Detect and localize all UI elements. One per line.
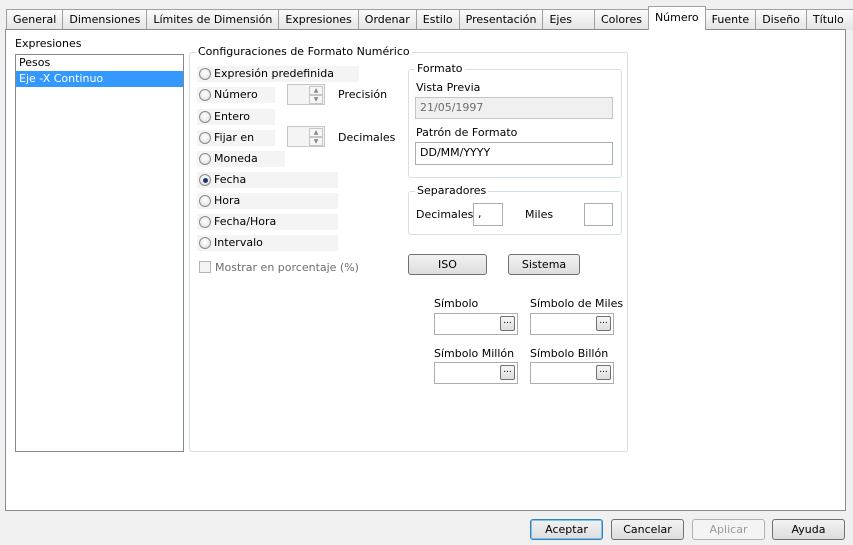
separator-decimals-label: Decimales [416, 208, 474, 221]
radio-integer[interactable]: Entero [197, 109, 275, 125]
radio-label: Número [214, 88, 258, 101]
radio-circle[interactable] [199, 89, 211, 101]
list-item[interactable]: Pesos [16, 55, 183, 71]
tab-limites-dimension[interactable]: Límites de Dimensión [146, 9, 280, 30]
separators-group-title: Separadores [415, 184, 489, 197]
show-percent-checkbox[interactable] [199, 261, 211, 273]
expressions-list[interactable]: Pesos Eje -X Continuo [15, 54, 184, 452]
show-percent-label: Mostrar en porcentaje (%) [215, 261, 359, 274]
tab-presentacion[interactable]: Presentación [458, 9, 544, 30]
help-button[interactable]: Ayuda [772, 519, 845, 540]
browse-button[interactable]: ... [500, 365, 515, 380]
million-symbol-label: Símbolo Millón [434, 347, 515, 360]
thousands-symbol-label: Símbolo de Miles [530, 297, 624, 310]
tab-fuente[interactable]: Fuente [704, 9, 757, 30]
tab-ordenar[interactable]: Ordenar [357, 9, 417, 30]
radio-label: Intervalo [214, 236, 263, 249]
radio-label: Moneda [214, 152, 258, 165]
radio-predefined[interactable]: Expresión predefinida [197, 66, 359, 82]
apply-button[interactable]: Aplicar [692, 519, 765, 540]
iso-button[interactable]: ISO [408, 254, 487, 275]
tab-estilo[interactable]: Estilo [415, 9, 460, 30]
spin-down-icon[interactable]: ▼ [309, 95, 323, 104]
decimals-stepper[interactable]: ▲ ▼ [287, 126, 325, 147]
pattern-label: Patrón de Formato [416, 126, 518, 139]
preview-label: Vista Previa [416, 81, 481, 94]
tab-numero[interactable]: Número [647, 6, 706, 30]
radio-circle[interactable] [199, 174, 211, 186]
decimals-label: Decimales [338, 131, 396, 144]
radio-number[interactable]: Número [197, 87, 275, 103]
cancel-button[interactable]: Cancelar [611, 519, 684, 540]
billion-symbol-field[interactable]: ... [530, 362, 614, 384]
tab-titulo[interactable]: Título [805, 9, 853, 30]
radio-label: Hora [214, 194, 241, 207]
radio-circle[interactable] [199, 111, 211, 123]
radio-label: Expresión predefinida [214, 67, 334, 80]
radio-circle[interactable] [199, 237, 211, 249]
system-button[interactable]: Sistema [508, 254, 580, 275]
tab-strip: General Dimensiones Límites de Dimensión… [6, 6, 853, 30]
radio-circle[interactable] [199, 68, 211, 80]
radio-fixed[interactable]: Fijar en [197, 130, 275, 146]
precision-stepper[interactable]: ▲ ▼ [287, 84, 325, 105]
separator-thousands-label: Miles [525, 208, 554, 221]
symbol-label: Símbolo [434, 297, 479, 310]
expressions-label: Expresiones [15, 37, 82, 50]
browse-button[interactable]: ... [500, 316, 515, 331]
preview-field: 21/05/1997 [415, 97, 613, 119]
thousands-separator-field[interactable] [584, 203, 613, 226]
tab-ejes[interactable]: Ejes [542, 9, 595, 30]
radio-circle[interactable] [199, 132, 211, 144]
tab-diseno[interactable]: Diseño [755, 9, 807, 30]
radio-datetime[interactable]: Fecha/Hora [197, 214, 338, 230]
radio-circle[interactable] [199, 195, 211, 207]
ok-button[interactable]: Aceptar [530, 519, 603, 540]
decimal-separator-field[interactable]: , [473, 203, 503, 226]
browse-button[interactable]: ... [596, 316, 611, 331]
thousands-symbol-field[interactable]: ... [530, 313, 614, 335]
spin-up-icon[interactable]: ▲ [309, 128, 323, 137]
tab-colores[interactable]: Colores [593, 9, 649, 30]
radio-currency[interactable]: Moneda [197, 151, 285, 167]
tab-expresiones[interactable]: Expresiones [278, 9, 359, 30]
tab-dimensiones[interactable]: Dimensiones [62, 9, 148, 30]
list-item[interactable]: Eje -X Continuo [16, 71, 183, 87]
billion-symbol-label: Símbolo Billón [530, 347, 609, 360]
radio-circle[interactable] [199, 216, 211, 228]
browse-button[interactable]: ... [596, 365, 611, 380]
radio-label: Fijar en [214, 131, 255, 144]
radio-date[interactable]: Fecha [197, 172, 338, 188]
radio-interval[interactable]: Intervalo [197, 235, 338, 251]
million-symbol-field[interactable]: ... [434, 362, 518, 384]
format-group-title: Formato [415, 62, 465, 75]
tab-general[interactable]: General [6, 9, 64, 30]
precision-label: Precisión [338, 88, 388, 101]
number-format-group-title: Configuraciones de Formato Numérico [196, 45, 412, 58]
radio-label: Entero [214, 110, 251, 123]
radio-label: Fecha [214, 173, 247, 186]
spin-up-icon[interactable]: ▲ [309, 86, 323, 95]
spin-down-icon[interactable]: ▼ [309, 137, 323, 146]
pattern-field[interactable]: DD/MM/YYYY [415, 142, 613, 165]
radio-circle[interactable] [199, 153, 211, 165]
radio-label: Fecha/Hora [214, 215, 277, 228]
radio-time[interactable]: Hora [197, 193, 338, 209]
symbol-field[interactable]: ... [434, 313, 518, 335]
